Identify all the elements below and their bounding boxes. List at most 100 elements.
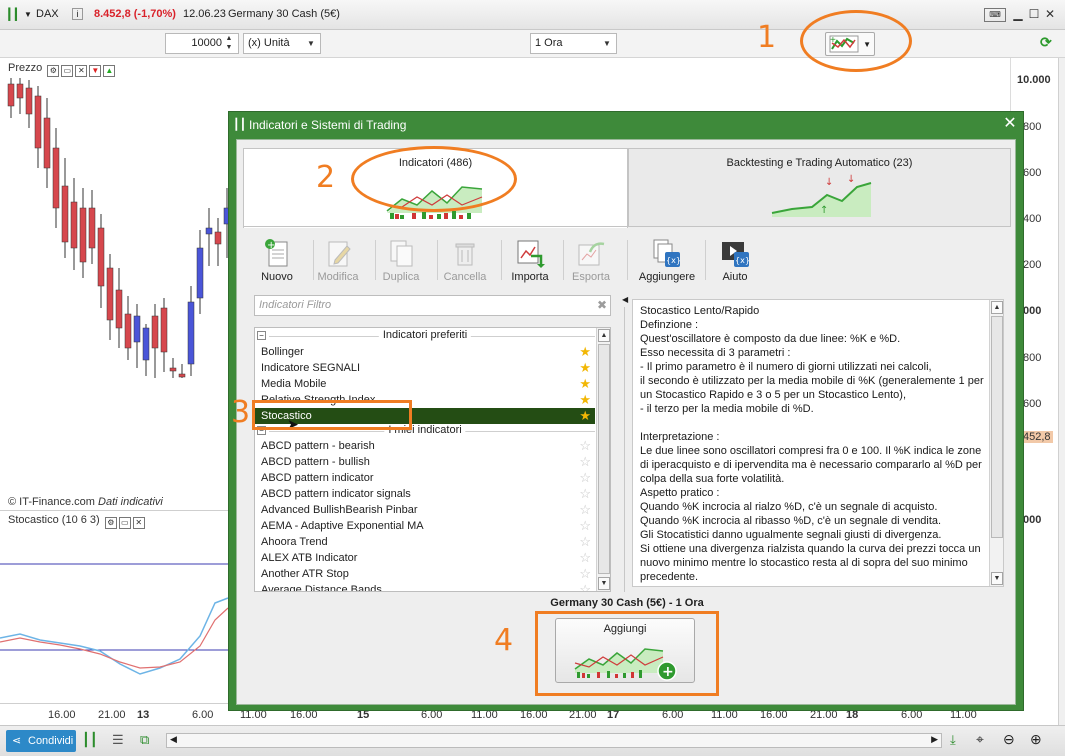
list-item[interactable]: Advanced BullishBearish Pinbar ☆ xyxy=(255,502,595,518)
layout-icon[interactable]: ⧉ xyxy=(140,732,149,748)
tool-label: Cancella xyxy=(443,271,487,283)
list-item[interactable]: Media Mobile ★ xyxy=(255,376,595,392)
close-panel-icon[interactable]: ✕ xyxy=(75,65,88,77)
star-icon[interactable]: ★ xyxy=(579,409,591,423)
scroll-up-icon[interactable]: ▲ xyxy=(598,329,610,342)
star-outline-icon[interactable]: ☆ xyxy=(579,535,591,549)
refresh-icon[interactable]: ⟳ xyxy=(1040,34,1052,51)
scroll-up-icon[interactable]: ▲ xyxy=(991,301,1003,314)
quantity-stepper[interactable]: 10000 ▲ ▼ xyxy=(165,33,239,54)
list-item[interactable]: Indicatore SEGNALI ★ xyxy=(255,360,595,376)
tab-backtesting-label: Backtesting e Trading Automatico (23) xyxy=(726,157,913,169)
scroll-thumb[interactable] xyxy=(598,344,610,574)
timeframe-select[interactable]: 1 Ora ▼ xyxy=(530,33,617,54)
star-outline-icon[interactable]: ☆ xyxy=(579,487,591,501)
list-item[interactable]: ABCD pattern - bearish ☆ xyxy=(255,438,595,454)
star-outline-icon[interactable]: ☆ xyxy=(579,583,591,592)
description-scrollbar[interactable]: ▲ ▼ xyxy=(989,300,1003,586)
candle-bear xyxy=(160,307,168,353)
list-item[interactable]: Another ATR Stop ☆ xyxy=(255,566,595,582)
list-item[interactable]: AEMA - Adaptive Exponential MA ☆ xyxy=(255,518,595,534)
chevron-down-icon: ▼ xyxy=(307,39,315,48)
list-item[interactable]: ALEX ATB Indicator ☆ xyxy=(255,550,595,566)
candle-bear xyxy=(61,185,69,243)
scroll-left-icon[interactable]: ◀ xyxy=(170,734,177,745)
annotation-ellipse-2 xyxy=(351,146,517,212)
star-outline-icon[interactable]: ☆ xyxy=(579,455,591,469)
scroll-down-icon[interactable]: ▼ xyxy=(598,577,610,590)
stepper-arrows-icon[interactable]: ▲ ▼ xyxy=(222,34,236,51)
right-side-strip xyxy=(1058,58,1065,728)
candles-icon[interactable]: ┃┃ xyxy=(6,8,19,21)
indicator-filter-input[interactable]: Indicatori Filtro ✖ xyxy=(254,295,611,316)
star-icon[interactable]: ★ xyxy=(579,393,591,407)
list-item[interactable]: ABCD pattern - bullish ☆ xyxy=(255,454,595,470)
star-icon[interactable]: ★ xyxy=(579,377,591,391)
list-icon[interactable]: ☰ xyxy=(112,732,124,748)
auto-scroll-icon[interactable]: ⤓ xyxy=(950,732,956,748)
share-button[interactable]: ⋖ Condividi xyxy=(6,730,76,752)
favorites-group-header[interactable]: − Indicatori preferiti xyxy=(255,329,595,343)
info-icon[interactable]: i xyxy=(72,8,83,20)
star-outline-icon[interactable]: ☆ xyxy=(579,471,591,485)
scroll-down-icon[interactable]: ▼ xyxy=(991,572,1003,585)
symbol-label[interactable]: DAX xyxy=(36,8,59,20)
tool-label: Importa xyxy=(511,271,549,283)
wrench-icon[interactable]: ⚙ xyxy=(47,65,60,77)
window-icon[interactable]: ▭ xyxy=(61,65,74,77)
list-item[interactable]: Bollinger ★ xyxy=(255,344,595,360)
annotation-box-3 xyxy=(252,400,412,430)
chevron-down-icon[interactable]: ▼ xyxy=(24,10,32,19)
svg-text:{x}: {x} xyxy=(735,256,750,265)
add-variable-button[interactable]: {x} Aggiungere xyxy=(631,238,703,286)
collapse-icon[interactable]: − xyxy=(257,331,266,340)
list-item-label: ABCD pattern - bullish xyxy=(261,456,370,468)
description-text: Stocastico Lento/Rapido Definzione : Que… xyxy=(640,305,984,583)
star-outline-icon[interactable]: ☆ xyxy=(579,551,591,565)
new-button[interactable]: + Nuovo xyxy=(245,238,309,286)
collapse-left-icon[interactable]: ◀ xyxy=(622,295,628,304)
annotation-number-1: 1 xyxy=(757,20,777,55)
export-button[interactable]: Esporta xyxy=(559,238,623,286)
list-item[interactable]: ABCD pattern indicator signals ☆ xyxy=(255,486,595,502)
horizontal-scrollbar[interactable]: ◀ ▶ xyxy=(166,733,942,748)
indicator-list[interactable]: − Indicatori preferiti Bollinger ★ Indica… xyxy=(254,327,611,592)
zoom-out-icon[interactable]: ⊖ xyxy=(1003,731,1015,748)
star-outline-icon[interactable]: ☆ xyxy=(579,567,591,581)
list-item[interactable]: Ahoora Trend ☆ xyxy=(255,534,595,550)
scroll-thumb[interactable] xyxy=(991,316,1003,538)
tab-backtesting[interactable]: Backtesting e Trading Automatico (23) ↓ … xyxy=(628,148,1011,226)
tool-separator xyxy=(627,240,628,280)
star-outline-icon[interactable]: ☆ xyxy=(579,519,591,533)
list-item-label: ALEX ATB Indicator xyxy=(261,552,358,564)
list-scrollbar[interactable]: ▲ ▼ xyxy=(596,328,610,591)
close-icon[interactable]: ✕ xyxy=(1001,115,1019,133)
unit-select[interactable]: (x) Unità ▼ xyxy=(243,33,321,54)
svg-text:↓: ↓ xyxy=(847,174,855,185)
list-item[interactable]: Average Distance Bands ☆ xyxy=(255,582,595,592)
star-outline-icon[interactable]: ☆ xyxy=(579,503,591,517)
zoom-fit-icon[interactable]: ⌖ xyxy=(976,731,984,748)
keyboard-icon[interactable]: ⌨ xyxy=(984,8,1006,22)
chart-credit: © IT-Finance.com Dati indicativi xyxy=(8,496,163,508)
clear-filter-icon[interactable]: ✖ xyxy=(597,298,607,312)
move-up-icon[interactable]: ▲ xyxy=(103,65,116,77)
candle-bull xyxy=(142,327,150,361)
scroll-right-icon[interactable]: ▶ xyxy=(931,734,938,745)
zoom-in-icon[interactable]: ⊕ xyxy=(1030,731,1042,748)
star-icon[interactable]: ★ xyxy=(579,361,591,375)
star-icon[interactable]: ★ xyxy=(579,345,591,359)
move-down-icon[interactable]: ▼ xyxy=(89,65,102,77)
import-button[interactable]: Importa xyxy=(498,238,562,286)
delete-button[interactable]: Cancella xyxy=(433,238,497,286)
svg-text:{x}: {x} xyxy=(666,256,681,265)
pane-splitter[interactable]: ◀ xyxy=(622,295,628,592)
close-icon[interactable]: ✕ xyxy=(1040,4,1060,24)
duplicate-button[interactable]: Duplica xyxy=(369,238,433,286)
star-outline-icon[interactable]: ☆ xyxy=(579,439,591,453)
edit-button[interactable]: Modifica xyxy=(306,238,370,286)
candle-bear xyxy=(43,117,51,169)
bar-style-icon[interactable]: ┃┃ xyxy=(82,732,98,748)
help-button[interactable]: {x} Aiuto xyxy=(703,238,767,286)
list-item[interactable]: ABCD pattern indicator ☆ xyxy=(255,470,595,486)
